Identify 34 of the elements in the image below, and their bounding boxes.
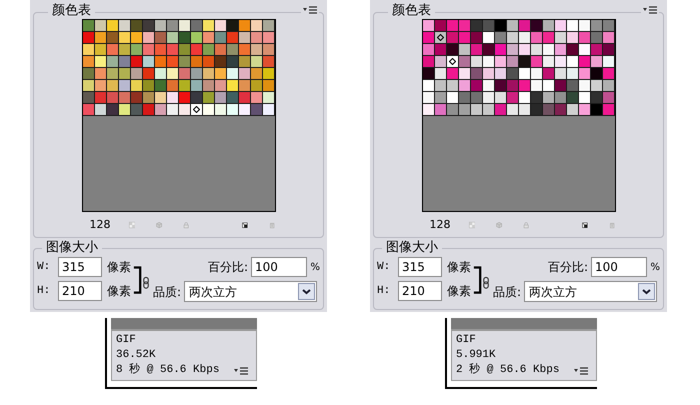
file-format: GIF <box>116 333 137 348</box>
file-size: 36.52K <box>116 348 157 363</box>
quality-dropdown[interactable]: 两次立方 <box>524 281 657 302</box>
field-label: W: <box>37 260 52 275</box>
section-title: 图像大小 <box>46 240 98 256</box>
unit-label: 像素 <box>107 259 131 276</box>
height-field[interactable]: 210 <box>58 281 102 301</box>
height-field[interactable]: 210 <box>398 281 442 301</box>
field-label: 品质: <box>492 284 521 300</box>
field-label: H: <box>37 284 52 299</box>
field-label: W: <box>377 260 392 275</box>
section-title: 颜色表 <box>392 3 431 19</box>
unit-label: 像素 <box>447 259 471 276</box>
color-count: 128 <box>90 217 108 233</box>
quality-dropdown[interactable]: 两次立方 <box>184 281 317 302</box>
percent-field[interactable]: 100 <box>251 257 307 277</box>
unit-label: 像素 <box>447 283 471 300</box>
percent-field[interactable]: 100 <box>591 257 647 277</box>
unit-label: % <box>310 260 320 274</box>
file-size: 5.991K <box>456 348 497 363</box>
download-time: 8 秒 @ 56.6 Kbps <box>116 363 220 378</box>
width-field[interactable]: 315 <box>58 257 102 277</box>
unit-label: % <box>650 260 660 274</box>
field-label: 百分比: <box>548 259 588 276</box>
width-field[interactable]: 315 <box>398 257 442 277</box>
field-label: 品质: <box>152 284 181 300</box>
file-format: GIF <box>456 333 477 348</box>
unit-label: 像素 <box>107 283 131 300</box>
section-title: 颜色表 <box>52 3 91 19</box>
download-time: 2 秒 @ 56.6 Kbps <box>456 363 560 378</box>
field-label: H: <box>377 284 392 299</box>
field-label: 百分比: <box>208 259 248 276</box>
color-count: 128 <box>430 217 448 233</box>
section-title: 图像大小 <box>386 240 438 256</box>
